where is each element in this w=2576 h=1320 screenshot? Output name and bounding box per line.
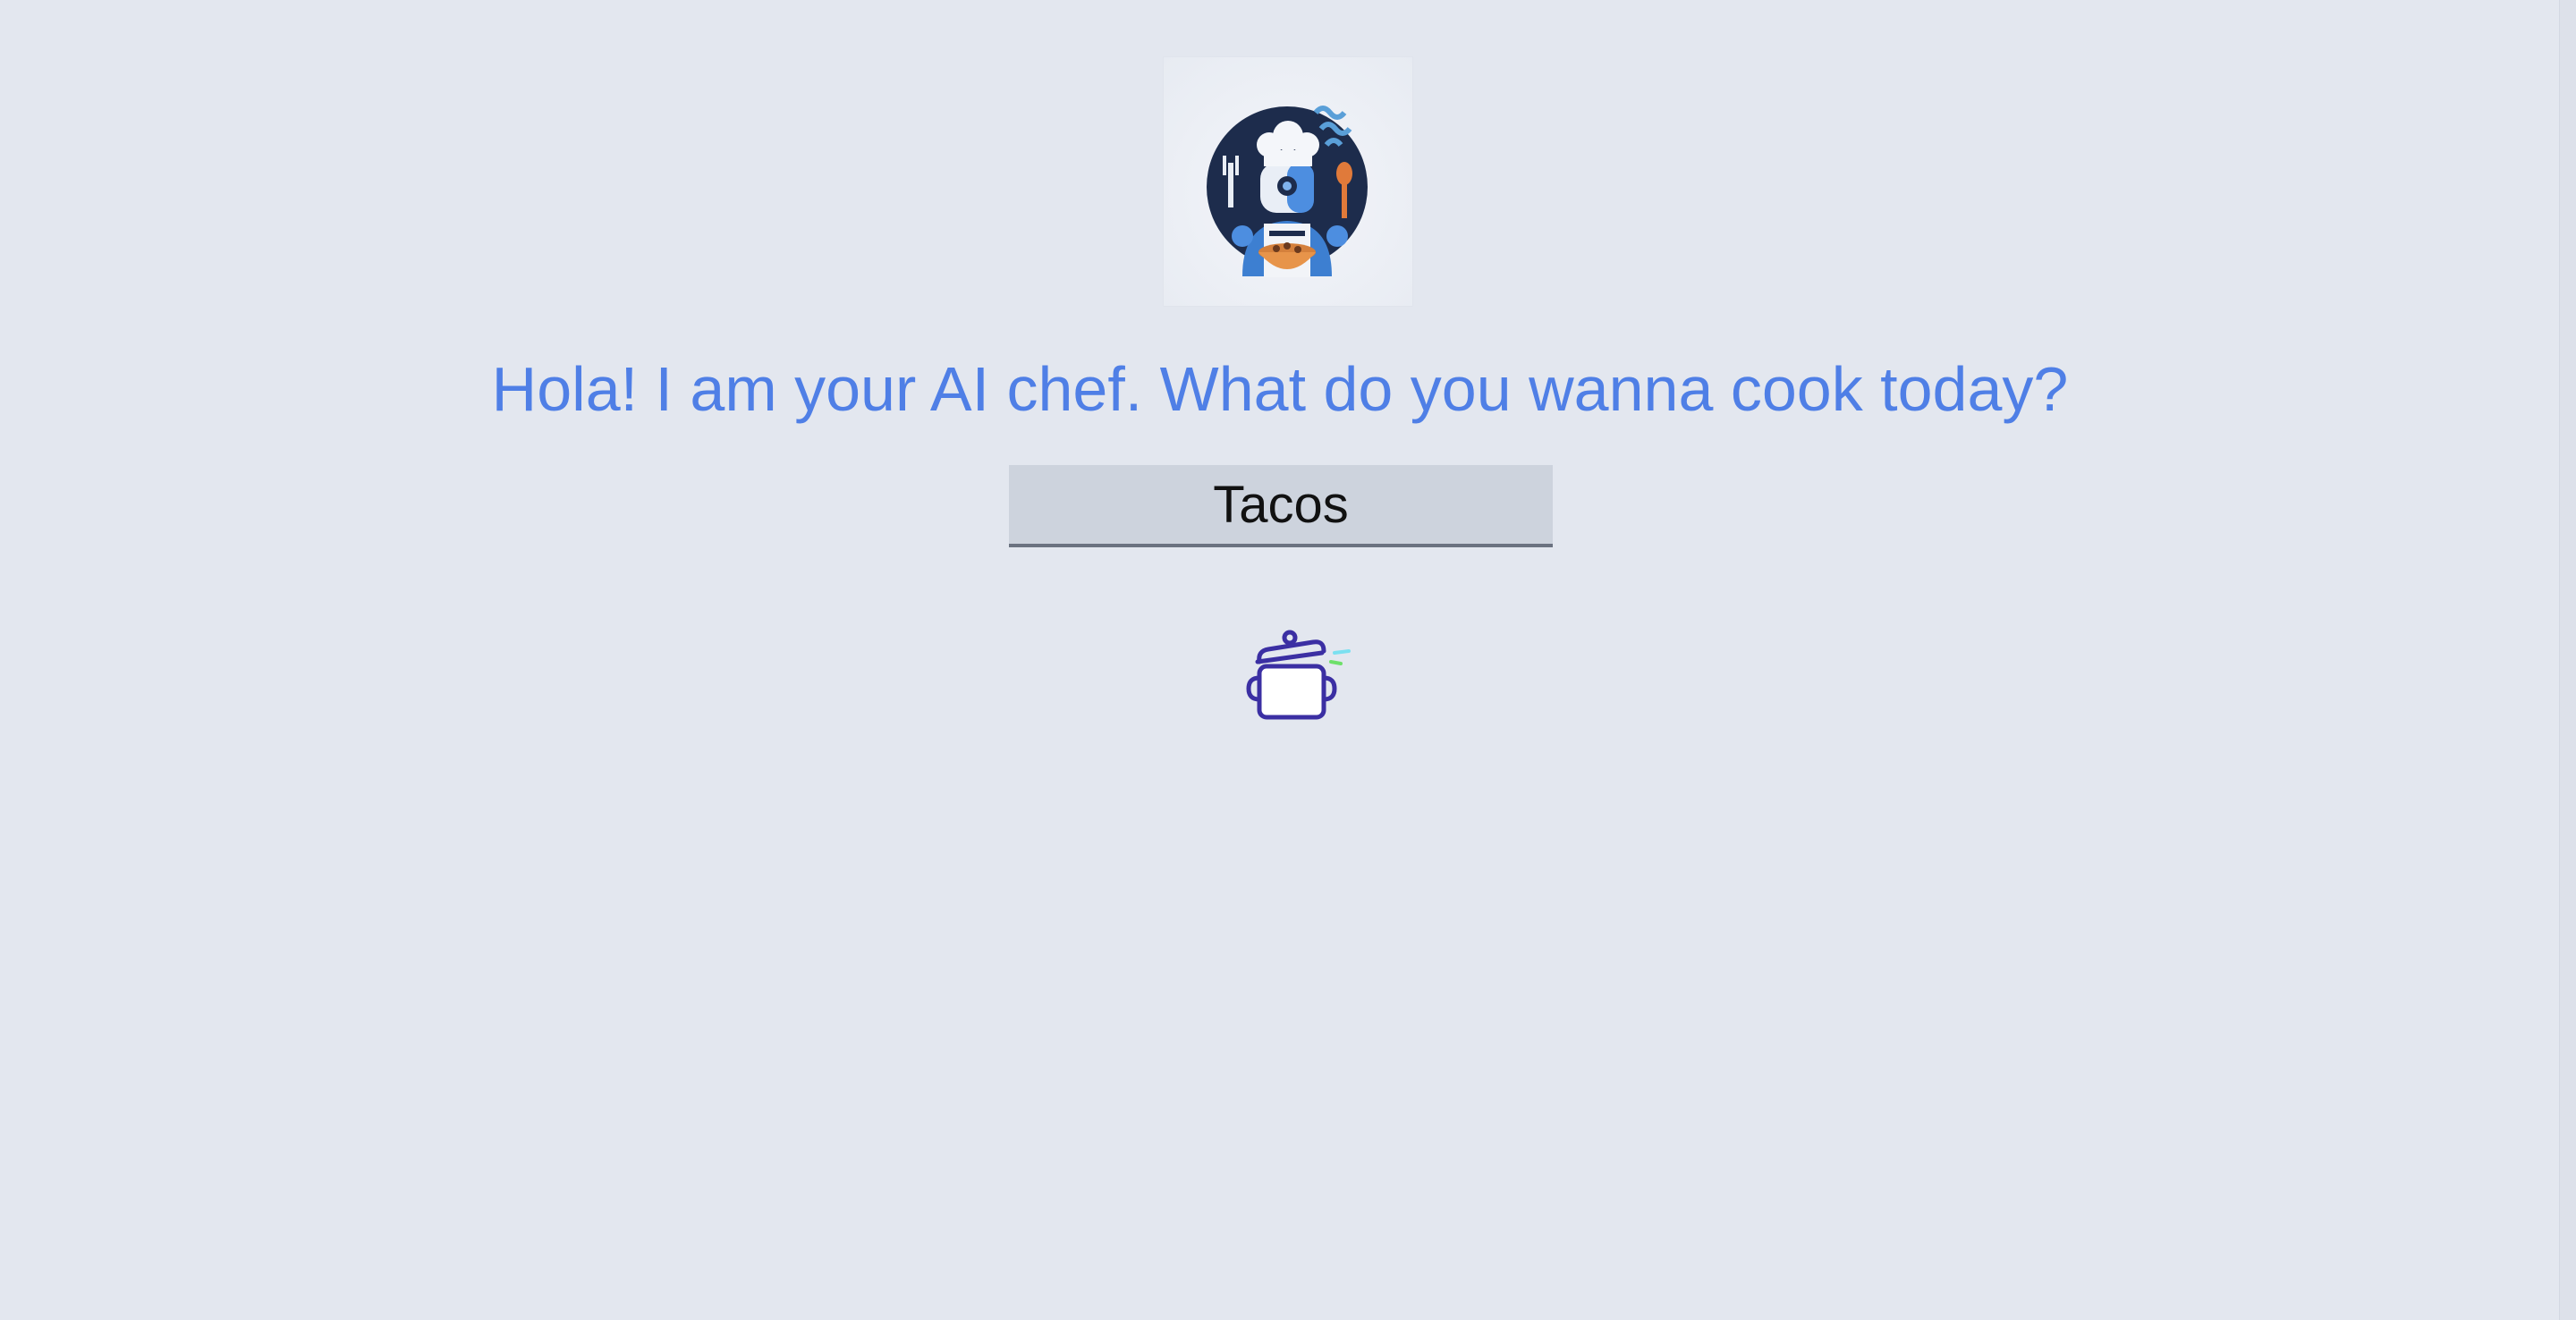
dish-search-input[interactable]	[1009, 465, 1553, 547]
scrollbar-track[interactable]	[2559, 0, 2576, 1320]
page-title: Hola! I am your AI chef. What do you wan…	[491, 354, 2069, 424]
robot-chef-logo-graphic	[1207, 106, 1368, 277]
cooking-pot-icon	[1245, 626, 1361, 724]
page: Hola! I am your AI chef. What do you wan…	[0, 0, 2576, 1320]
robot-chef-logo	[1163, 56, 1413, 307]
